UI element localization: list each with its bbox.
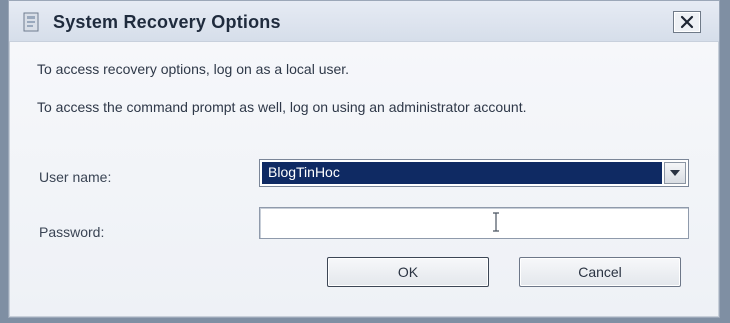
cancel-button[interactable]: Cancel: [519, 257, 681, 287]
system-recovery-dialog: System Recovery Options To access recove…: [8, 0, 720, 318]
password-field[interactable]: [259, 207, 689, 239]
user-name-selected-value: BlogTinHoc: [262, 162, 662, 184]
chevron-down-icon: [670, 170, 680, 176]
instruction-local-user: To access recovery options, log on as a …: [37, 61, 350, 77]
window-title: System Recovery Options: [53, 12, 281, 32]
user-name-dropdown[interactable]: BlogTinHoc: [259, 159, 689, 187]
user-name-label: User name:: [39, 169, 112, 185]
title-bar: System Recovery Options: [9, 1, 719, 42]
recovery-app-icon: [23, 11, 41, 33]
close-button[interactable]: [673, 11, 701, 33]
close-icon: [680, 15, 694, 29]
instruction-administrator: To access the command prompt as well, lo…: [37, 99, 527, 115]
ok-button[interactable]: OK: [327, 257, 489, 287]
text-cursor-icon: [493, 212, 499, 232]
dropdown-arrow-button[interactable]: [664, 162, 686, 184]
password-label: Password:: [39, 224, 105, 240]
